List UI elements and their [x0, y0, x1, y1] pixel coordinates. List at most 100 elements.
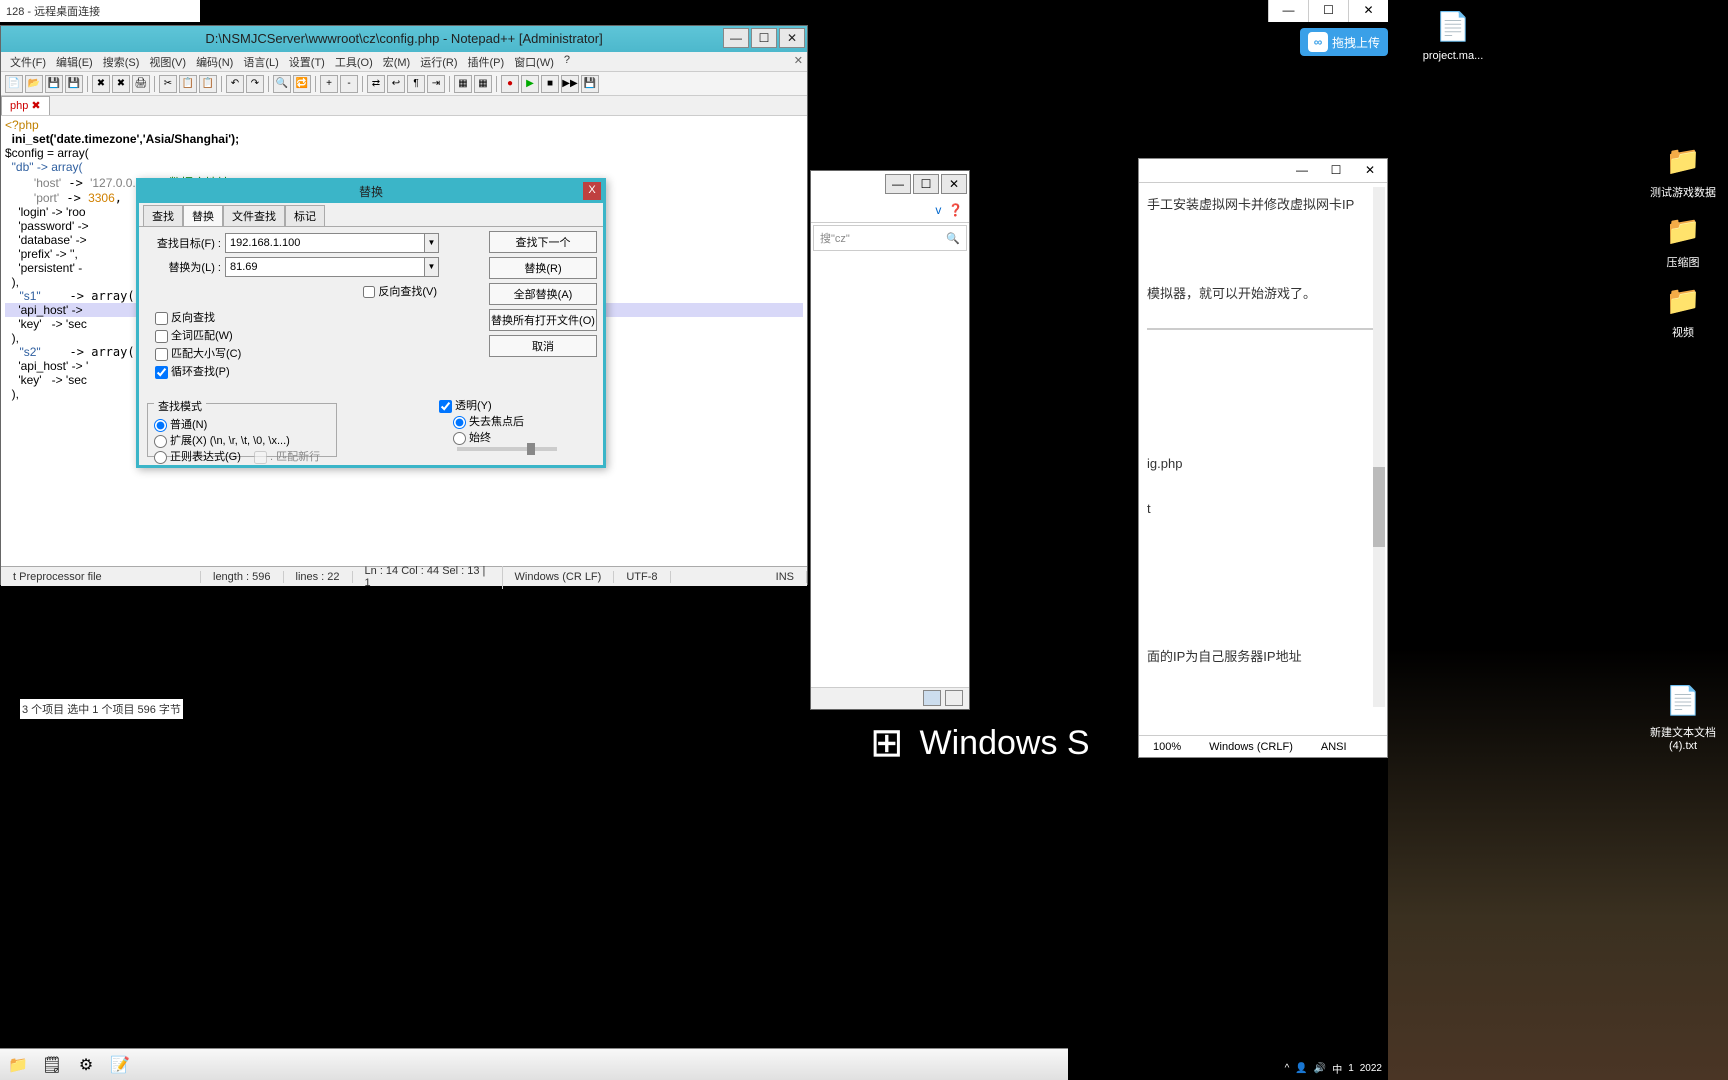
notepad-taskbar-icon[interactable]: 🗒 [38, 1052, 66, 1078]
cancel-button[interactable]: 取消 [489, 335, 597, 357]
trans-losefocus-radio[interactable]: 失去焦点后 [453, 416, 524, 428]
tab-mark[interactable]: 标记 [285, 205, 325, 226]
print-icon[interactable]: 🖨 [132, 75, 150, 93]
search-icon[interactable]: 🔍 [946, 232, 960, 245]
savemacro-icon[interactable]: 💾 [581, 75, 599, 93]
replaceall-button[interactable]: 全部替换(A) [489, 283, 597, 305]
saveall-icon[interactable]: 💾 [65, 75, 83, 93]
desktop-icon-newtxt[interactable]: 📄 新建文本文档(4).txt [1648, 680, 1718, 752]
tab-configphp[interactable]: php ✖ [1, 96, 50, 115]
dropdown-icon[interactable]: ▼ [425, 233, 439, 253]
close-button[interactable]: ✕ [1353, 160, 1387, 182]
desktop-icon-compress[interactable]: 📁 压缩图 [1648, 210, 1718, 270]
minimize-button[interactable]: — [1268, 0, 1308, 22]
indent-icon[interactable]: ⇥ [427, 75, 445, 93]
desktop-icon-project[interactable]: 📄 project.ma... [1418, 6, 1488, 62]
upload-button[interactable]: ∞ 拖拽上传 [1300, 28, 1388, 56]
record-icon[interactable]: ● [501, 75, 519, 93]
replace-button[interactable]: 替换(R) [489, 257, 597, 279]
closeall-icon[interactable]: ✖ [112, 75, 130, 93]
desktop-icon-video[interactable]: 📁 视频 [1648, 280, 1718, 340]
desktop-icon-testgame[interactable]: 📁 测试游戏数据 [1648, 140, 1718, 200]
menu-help[interactable]: ? [559, 52, 575, 71]
wrap-checkbox[interactable]: 循环查找(P) [155, 363, 597, 379]
allchars-icon[interactable]: ¶ [407, 75, 425, 93]
backwards-checkbox[interactable]: 反向查找(V) [363, 286, 437, 298]
tray-icon[interactable]: ^ [1285, 1063, 1290, 1074]
unfold-icon[interactable]: ▦ [474, 75, 492, 93]
fold-icon[interactable]: ▦ [454, 75, 472, 93]
menu-view[interactable]: 视图(V) [144, 52, 191, 71]
undo-icon[interactable]: ↶ [226, 75, 244, 93]
menu-window[interactable]: 窗口(W) [509, 52, 559, 71]
replace-icon[interactable]: 🔁 [293, 75, 311, 93]
tray-date[interactable]: 2022 [1360, 1063, 1382, 1074]
maximize-button[interactable]: ☐ [1319, 160, 1353, 182]
menu-search[interactable]: 搜索(S) [98, 52, 145, 71]
close-button[interactable]: ✕ [941, 174, 967, 194]
menu-run[interactable]: 运行(R) [415, 52, 462, 71]
close-icon[interactable]: ✖ [92, 75, 110, 93]
redo-icon[interactable]: ↷ [246, 75, 264, 93]
zoomout-icon[interactable]: - [340, 75, 358, 93]
mode-regex-radio[interactable]: 正则表达式(G) [154, 451, 241, 463]
view-details-button[interactable] [923, 690, 941, 706]
minimize-button[interactable]: — [723, 28, 749, 48]
scrollbar-thumb[interactable] [1373, 467, 1385, 547]
slider-handle[interactable] [527, 443, 535, 455]
menu-encoding[interactable]: 编码(N) [191, 52, 238, 71]
trans-always-radio[interactable]: 始终 [453, 432, 491, 444]
new-icon[interactable]: 📄 [5, 75, 23, 93]
minimize-button[interactable]: — [885, 174, 911, 194]
paste-icon[interactable]: 📋 [199, 75, 217, 93]
explorer-body[interactable] [811, 253, 969, 693]
replaceallopen-button[interactable]: 替换所有打开文件(O) [489, 309, 597, 331]
menu-plugins[interactable]: 插件(P) [463, 52, 510, 71]
doc-close-icon[interactable]: ✕ [794, 54, 803, 67]
copy-icon[interactable]: 📋 [179, 75, 197, 93]
menu-tools[interactable]: 工具(O) [330, 52, 378, 71]
save-icon[interactable]: 💾 [45, 75, 63, 93]
tray-icon[interactable]: 🔊 [1314, 1063, 1326, 1074]
close-button[interactable]: X [583, 182, 601, 200]
tab-find[interactable]: 查找 [143, 205, 183, 226]
mode-normal-radio[interactable]: 普通(N) [154, 419, 207, 431]
view-icons-button[interactable] [945, 690, 963, 706]
findnext-button[interactable]: 查找下一个 [489, 231, 597, 253]
transparent-checkbox[interactable]: 透明(Y) [439, 400, 492, 412]
close-button[interactable]: ✕ [779, 28, 805, 48]
help-icon[interactable]: ❓ [948, 203, 963, 217]
replace-input[interactable] [225, 257, 425, 277]
open-icon[interactable]: 📂 [25, 75, 43, 93]
play-icon[interactable]: ▶ [521, 75, 539, 93]
maximize-button[interactable]: ☐ [751, 28, 777, 48]
dotall-checkbox[interactable]: . 匹配新行 [254, 451, 320, 463]
sync-icon[interactable]: ⇄ [367, 75, 385, 93]
tab-findinfiles[interactable]: 文件查找 [223, 205, 285, 226]
zoomin-icon[interactable]: + [320, 75, 338, 93]
find-icon[interactable]: 🔍 [273, 75, 291, 93]
explorer-searchbox[interactable]: 搜"cz" 🔍 [813, 225, 967, 251]
menu-edit[interactable]: 编辑(E) [51, 52, 98, 71]
tray-icon[interactable]: 中 [1332, 1061, 1342, 1076]
dropdown-icon[interactable]: v [935, 203, 941, 217]
tray-icon[interactable]: 👤 [1295, 1063, 1307, 1074]
menu-macro[interactable]: 宏(M) [378, 52, 416, 71]
tray-time[interactable]: 1 [1348, 1063, 1354, 1074]
explorer-taskbar-icon[interactable]: 📁 [4, 1052, 32, 1078]
playback-icon[interactable]: ▶▶ [561, 75, 579, 93]
app-taskbar-icon[interactable]: ⚙ [72, 1052, 100, 1078]
menu-file[interactable]: 文件(F) [5, 52, 51, 71]
minimize-button[interactable]: — [1285, 160, 1319, 182]
menu-language[interactable]: 语言(L) [238, 52, 283, 71]
maximize-button[interactable]: ☐ [1308, 0, 1348, 22]
menu-settings[interactable]: 设置(T) [284, 52, 330, 71]
cut-icon[interactable]: ✂ [159, 75, 177, 93]
close-button[interactable]: ✕ [1348, 0, 1388, 22]
mode-extended-radio[interactable]: 扩展(X) (\n, \r, \t, \0, \x...) [154, 435, 290, 447]
dropdown-icon[interactable]: ▼ [425, 257, 439, 277]
find-input[interactable] [225, 233, 425, 253]
explorer-addressbar[interactable]: v ❓ [811, 197, 969, 223]
tab-replace[interactable]: 替换 [183, 205, 223, 226]
stop-icon[interactable]: ■ [541, 75, 559, 93]
